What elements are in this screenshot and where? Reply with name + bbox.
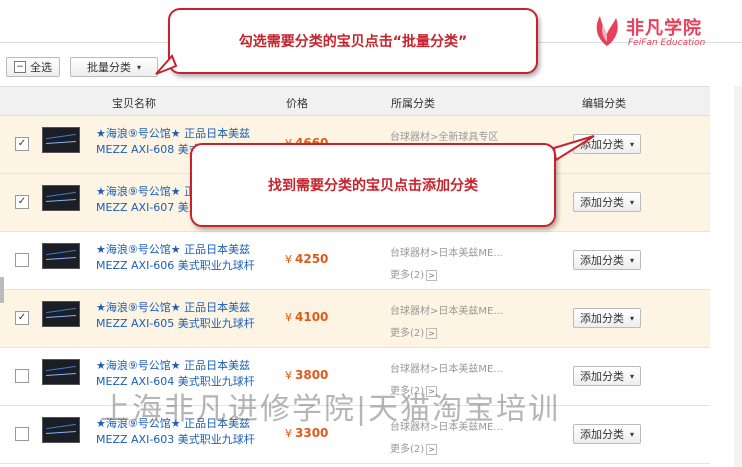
more-arrow-icon: > <box>426 270 437 281</box>
batch-category-button[interactable]: 批量分类 ▾ <box>70 57 158 77</box>
select-all-button[interactable]: − 全选 <box>6 57 60 77</box>
watermark: 上海非凡进修学院|天猫淘宝培训 <box>100 392 561 427</box>
price-value: 3800 <box>295 368 329 382</box>
more-categories-label: 更多(2) <box>390 270 425 281</box>
chevron-down-icon: ▾ <box>629 429 634 439</box>
table-row: ✓ ★海浪⑨号公馆★ 正品日本美兹MEZZ AXI-605 美式职业九球杆 ¥410… <box>0 290 710 348</box>
select-all-checkbox[interactable]: − <box>14 61 26 73</box>
add-category-button[interactable]: 添加分类 ▾ <box>573 366 641 386</box>
more-categories-label: 更多(2) <box>390 444 425 455</box>
column-header-price: 价格 <box>286 97 308 110</box>
callout-tail <box>155 54 178 75</box>
chevron-down-icon: ▾ <box>629 197 634 207</box>
product-category: 台球器材>日本美兹ME... <box>390 364 503 375</box>
instruction-text-batch: 勾选需要分类的宝贝点击“批量分类” <box>238 34 468 50</box>
chevron-down-icon: ▾ <box>629 371 634 381</box>
add-category-button[interactable]: 添加分类 ▾ <box>573 308 641 328</box>
add-category-button[interactable]: 添加分类 ▾ <box>573 192 641 212</box>
product-thumbnail[interactable] <box>42 185 80 211</box>
product-price: ¥4100 <box>285 310 328 324</box>
currency-symbol: ¥ <box>285 369 292 382</box>
chevron-down-icon: ▾ <box>629 313 634 323</box>
logo-mark-icon <box>596 16 618 46</box>
column-header-category: 所属分类 <box>391 97 435 110</box>
product-thumbnail[interactable] <box>42 243 80 269</box>
product-price: ¥3300 <box>285 426 328 440</box>
more-categories-link[interactable]: 更多(2)> <box>390 266 437 281</box>
product-title-link[interactable]: ★海浪⑨号公馆★ 正品日本美兹MEZZ AXI-605 美式职业九球杆 <box>96 300 276 332</box>
add-category-label: 添加分类 <box>579 312 624 325</box>
add-category-button[interactable]: 添加分类 ▾ <box>573 424 641 444</box>
callout-pointer <box>552 135 595 162</box>
price-value: 3300 <box>295 426 329 440</box>
side-handle[interactable] <box>0 277 4 303</box>
product-price: ¥3800 <box>285 368 328 382</box>
logo-subtext: FeiFan Education <box>628 38 706 48</box>
row-checkbox[interactable]: ✓ <box>15 137 29 151</box>
chevron-down-icon: ▾ <box>629 139 634 149</box>
price-value: 4100 <box>295 310 329 324</box>
add-category-label: 添加分类 <box>579 196 624 209</box>
table-row: ★海浪⑨号公馆★ 正品日本美兹MEZZ AXI-606 美式职业九球杆 ¥4250… <box>0 232 710 290</box>
row-checkbox[interactable]: ✓ <box>15 195 29 209</box>
product-price: ¥4250 <box>285 252 328 266</box>
instruction-text-add: 找到需要分类的宝贝点击添加分类 <box>268 178 478 194</box>
add-category-label: 添加分类 <box>579 254 624 267</box>
more-categories-link[interactable]: 更多(2)> <box>390 324 437 339</box>
product-thumbnail[interactable] <box>42 127 80 153</box>
more-categories-link[interactable]: 更多(2)> <box>390 440 437 455</box>
scrollbar[interactable] <box>734 86 742 467</box>
chevron-down-icon: ▾ <box>136 62 141 72</box>
currency-symbol: ¥ <box>285 253 292 266</box>
column-header-name: 宝贝名称 <box>112 97 156 110</box>
row-checkbox[interactable] <box>15 427 29 441</box>
row-checkbox[interactable] <box>15 369 29 383</box>
feifan-logo: 非凡学院 FeiFan Education <box>588 10 738 54</box>
product-thumbnail[interactable] <box>42 359 80 385</box>
logo-text: 非凡学院 <box>626 18 702 39</box>
product-title-link[interactable]: ★海浪⑨号公馆★ 正品日本美兹MEZZ AXI-606 美式职业九球杆 <box>96 242 276 274</box>
add-category-label: 添加分类 <box>579 370 624 383</box>
column-header-edit: 编辑分类 <box>582 97 626 110</box>
more-arrow-icon: > <box>426 328 437 339</box>
currency-symbol: ¥ <box>285 427 292 440</box>
product-thumbnail[interactable] <box>42 417 80 443</box>
instruction-callout-batch: 勾选需要分类的宝贝点击“批量分类” <box>168 8 538 74</box>
more-categories-label: 更多(2) <box>390 328 425 339</box>
product-category: 台球器材>全新球具专区 <box>390 132 499 143</box>
product-category: 台球器材>日本美兹ME... <box>390 248 503 259</box>
select-all-label: 全选 <box>30 61 52 74</box>
add-category-label: 添加分类 <box>579 428 624 441</box>
table-header: 宝贝名称 价格 所属分类 编辑分类 <box>0 86 710 116</box>
product-category: 台球器材>日本美兹ME... <box>390 306 503 317</box>
instruction-callout-add: 找到需要分类的宝贝点击添加分类 <box>190 143 556 227</box>
batch-category-label: 批量分类 <box>86 61 131 74</box>
row-checkbox[interactable] <box>15 253 29 267</box>
product-thumbnail[interactable] <box>42 301 80 327</box>
currency-symbol: ¥ <box>285 311 292 324</box>
chevron-down-icon: ▾ <box>629 255 634 265</box>
price-value: 4250 <box>295 252 329 266</box>
row-checkbox[interactable]: ✓ <box>15 311 29 325</box>
add-category-button[interactable]: 添加分类 ▾ <box>573 250 641 270</box>
more-arrow-icon: > <box>426 444 437 455</box>
